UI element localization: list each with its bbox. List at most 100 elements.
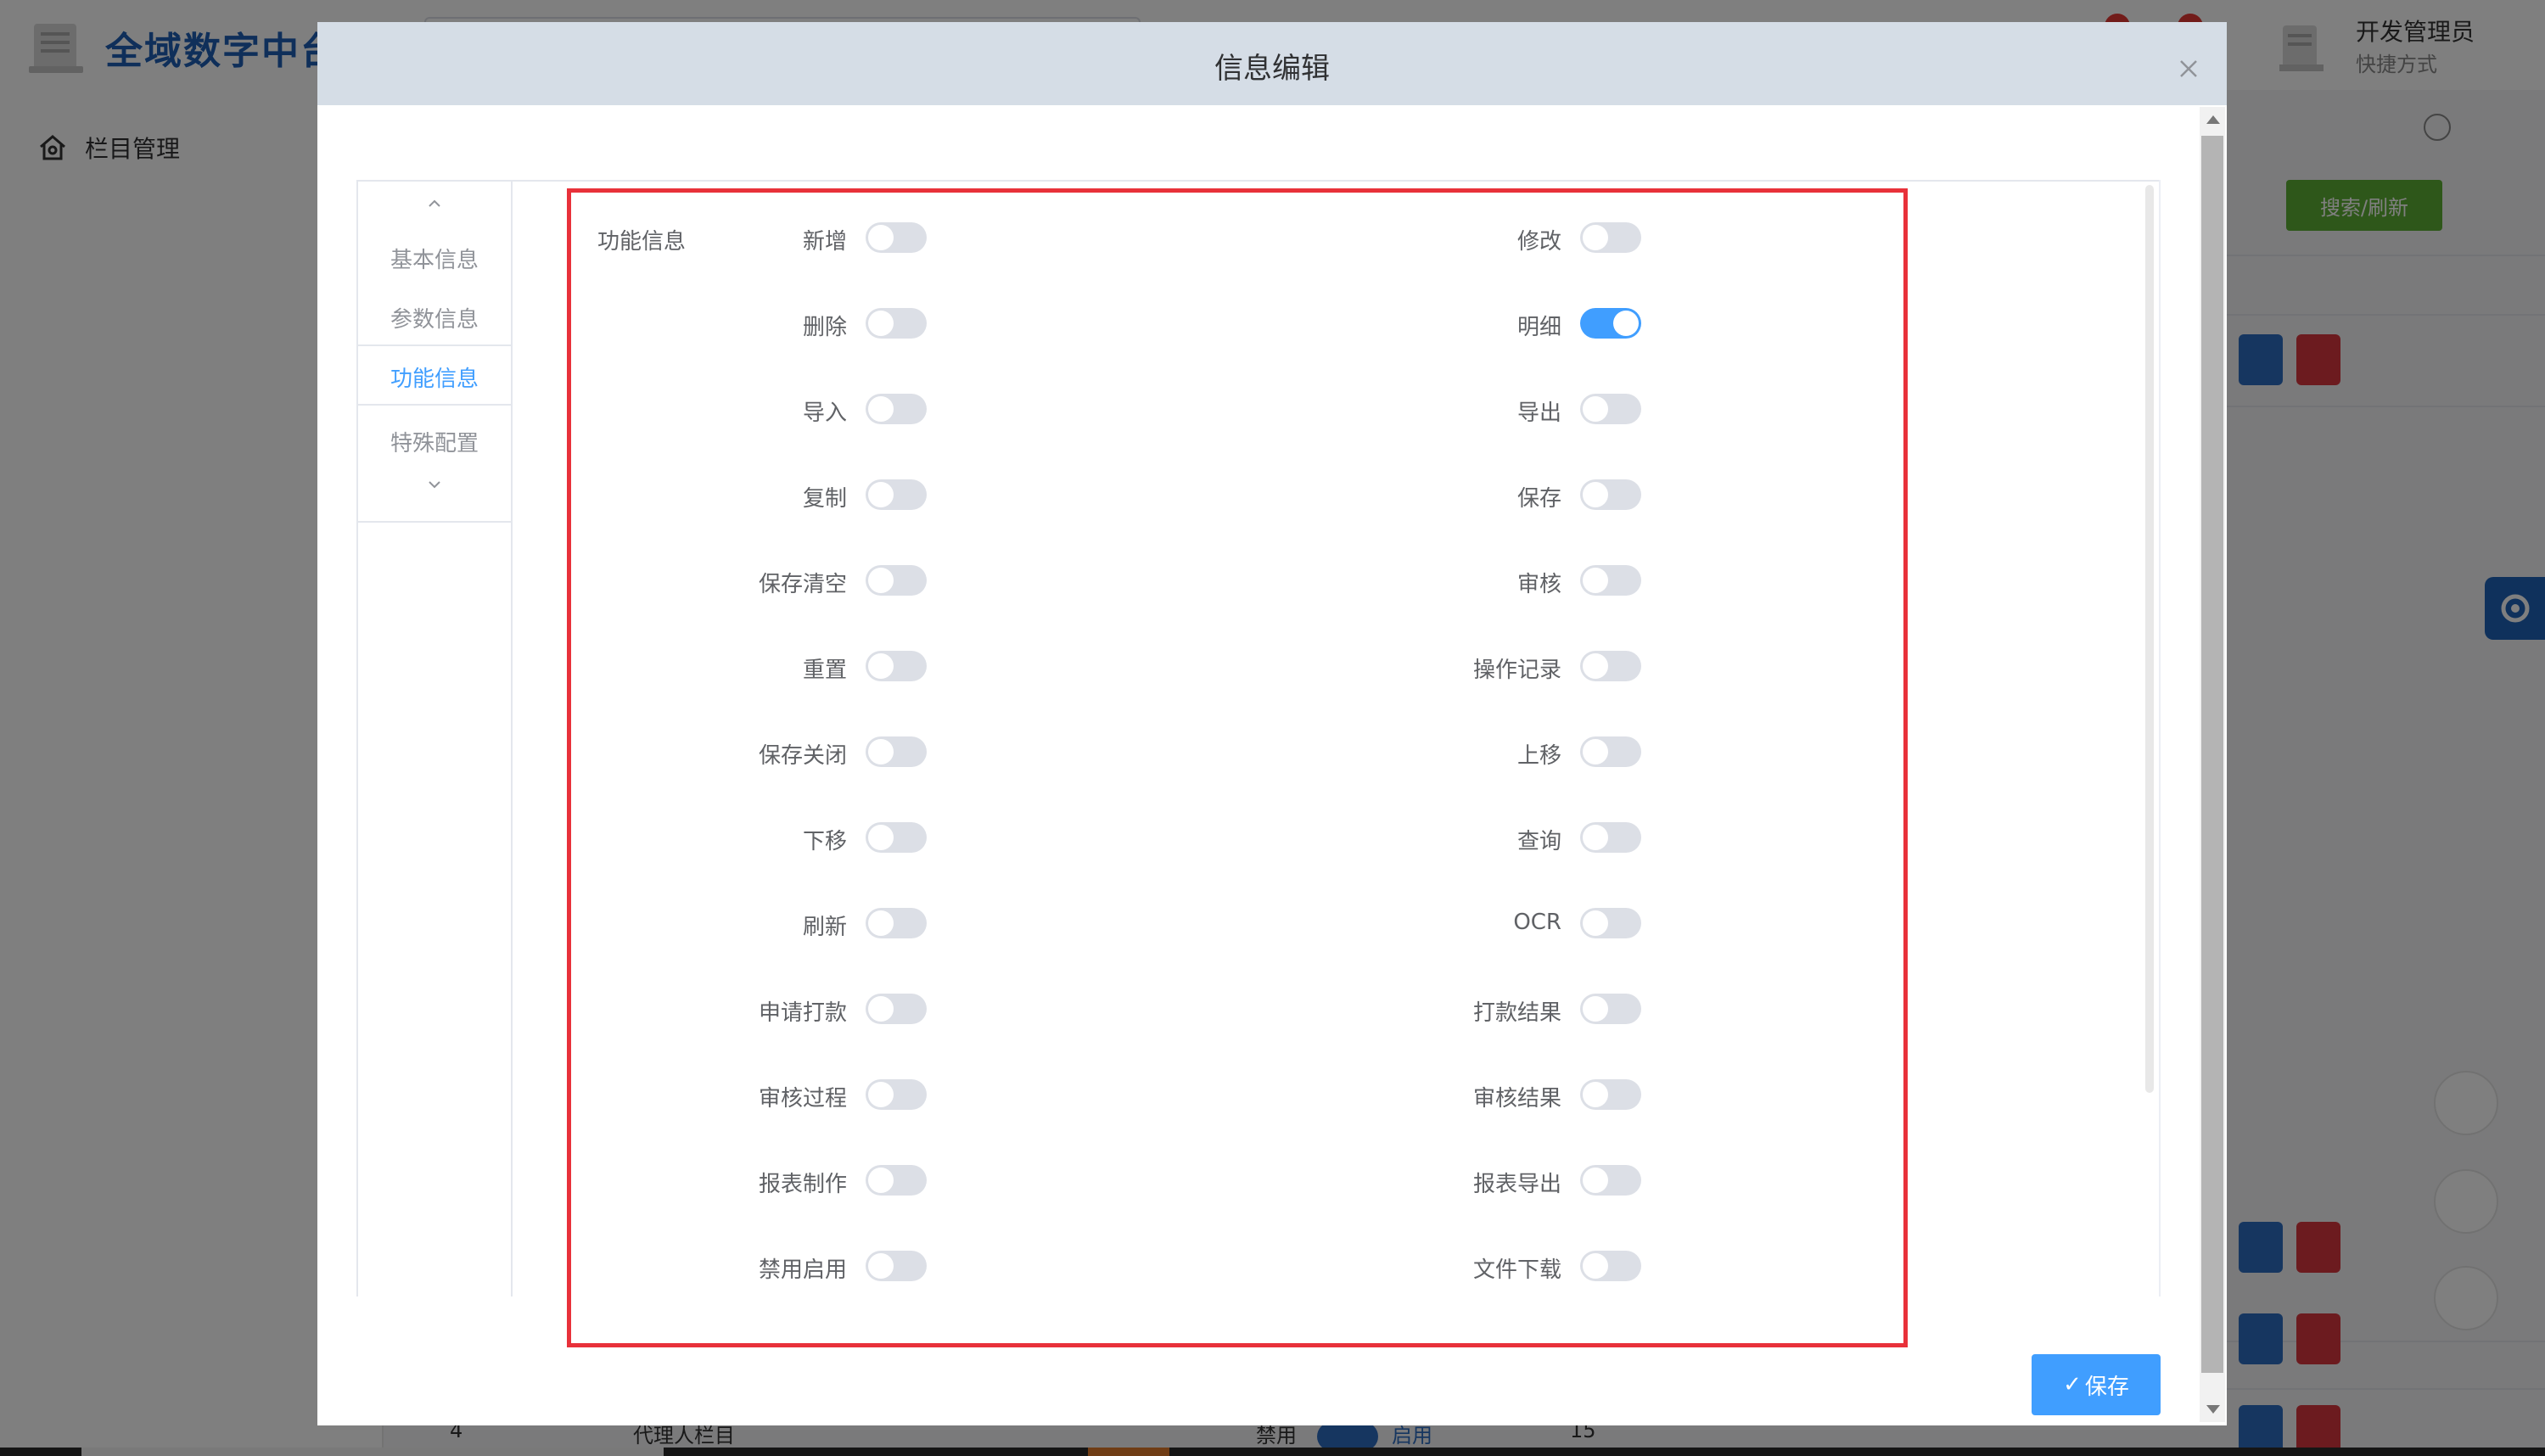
switch-knob (868, 311, 894, 336)
dialog-title: 信息编辑 (1214, 52, 1330, 86)
switch-knob (1583, 225, 1608, 250)
toggle-switch[interactable] (866, 394, 927, 424)
section-label: 功能信息 (597, 229, 687, 255)
toggle-switch[interactable] (866, 479, 927, 510)
toggle-switch[interactable] (866, 994, 927, 1024)
switch-label: 重置 (802, 658, 847, 683)
dialog-scrollbar[interactable] (2200, 107, 2225, 1422)
switch-knob (1583, 1253, 1608, 1279)
toggle-switch[interactable] (866, 1079, 927, 1110)
check-icon: ✓ (2063, 1372, 2082, 1397)
switch-label: 文件下载 (1472, 1257, 1561, 1283)
switch-knob (868, 1168, 894, 1193)
switch-knob (868, 825, 894, 850)
panel-scrollbar[interactable] (2145, 185, 2154, 1093)
tab-special-config[interactable]: 特殊配置 (358, 426, 511, 457)
switch-label: 查询 (1516, 829, 1561, 854)
switch-label: 保存 (1516, 486, 1561, 512)
switch-knob (1583, 1082, 1608, 1107)
switch-label: 复制 (802, 486, 847, 512)
toggle-switch[interactable] (1580, 651, 1641, 681)
toggle-switch[interactable] (866, 736, 927, 767)
toggle-switch[interactable] (866, 222, 927, 253)
switch-knob (868, 653, 894, 679)
switch-knob (868, 568, 894, 593)
edit-dialog: 信息编辑 基本信息 参数信息 功能信息 特殊配置 功能信息 新增 修改删除 明细导入… (317, 22, 2227, 1425)
switch-label: 上移 (1516, 743, 1561, 769)
switch-knob (1583, 825, 1608, 850)
switch-knob (1583, 739, 1608, 764)
switch-knob (1583, 1168, 1608, 1193)
switch-label: 操作记录 (1472, 658, 1561, 683)
toggle-switch[interactable] (866, 908, 927, 938)
switch-label: 申请打款 (758, 1000, 847, 1026)
toggle-switch[interactable] (1580, 908, 1641, 938)
toggle-switch[interactable] (866, 822, 927, 853)
save-button[interactable]: ✓ 保存 (2032, 1354, 2161, 1415)
toggle-switch[interactable] (1580, 822, 1641, 853)
toggle-switch[interactable] (1580, 222, 1641, 253)
switch-label: 删除 (802, 315, 847, 340)
side-tabs: 基本信息 参数信息 功能信息 特殊配置 (356, 180, 513, 1296)
chevron-up-icon[interactable] (424, 197, 445, 209)
toggle-switch[interactable] (1580, 1165, 1641, 1196)
toggle-switch[interactable] (1580, 479, 1641, 510)
tab-param-info[interactable]: 参数信息 (358, 302, 511, 333)
toggle-switch[interactable] (1580, 565, 1641, 596)
toggle-switch[interactable] (866, 651, 927, 681)
save-button-label: 保存 (2084, 1374, 2129, 1400)
switch-label: 审核过程 (758, 1086, 847, 1112)
switch-label: 报表制作 (758, 1172, 847, 1197)
toggle-switch[interactable] (1580, 1251, 1641, 1281)
switch-knob (868, 482, 894, 507)
scroll-down-icon[interactable] (2206, 1405, 2220, 1414)
toggle-switch[interactable] (1580, 394, 1641, 424)
switch-knob (868, 739, 894, 764)
switch-label: 审核 (1516, 572, 1561, 597)
toggle-switch[interactable] (1580, 736, 1641, 767)
switch-label: 审核结果 (1472, 1086, 1561, 1112)
switch-label: 禁用启用 (758, 1257, 847, 1283)
switch-label: OCR (1513, 910, 1561, 935)
switch-knob (868, 1082, 894, 1107)
switch-label: 修改 (1516, 229, 1561, 255)
chevron-down-icon[interactable] (424, 479, 445, 490)
tab-function-info[interactable]: 功能信息 (358, 361, 511, 393)
switch-knob (1583, 653, 1608, 679)
switch-label: 刷新 (802, 915, 847, 940)
switch-knob (868, 225, 894, 250)
switch-knob (1583, 568, 1608, 593)
switch-knob (868, 1253, 894, 1279)
close-icon[interactable] (2176, 56, 2201, 81)
switch-knob (1583, 910, 1608, 936)
tab-group-bottom: 特殊配置 (358, 404, 511, 523)
switch-label: 明细 (1516, 315, 1561, 340)
switch-knob (1583, 396, 1608, 422)
toggle-switch[interactable] (866, 308, 927, 339)
toggle-switch[interactable] (866, 1251, 927, 1281)
switch-label: 导入 (802, 400, 847, 426)
switch-label: 下移 (802, 829, 847, 854)
toggle-switch[interactable] (1580, 308, 1641, 339)
switch-knob (1583, 482, 1608, 507)
scroll-up-icon[interactable] (2206, 115, 2220, 124)
switch-label: 导出 (1516, 400, 1561, 426)
switch-knob (1583, 996, 1608, 1022)
toggle-switch[interactable] (866, 565, 927, 596)
switch-label: 新增 (802, 229, 847, 255)
tab-group-top: 基本信息 参数信息 (358, 180, 511, 346)
toggle-switch[interactable] (1580, 1079, 1641, 1110)
scroll-thumb[interactable] (2201, 136, 2223, 1373)
panel-border (2159, 180, 2161, 1296)
toggle-switch[interactable] (866, 1165, 927, 1196)
toggle-switch[interactable] (1580, 994, 1641, 1024)
switch-knob (868, 996, 894, 1022)
switch-label: 打款结果 (1472, 1000, 1561, 1026)
tab-basic-info[interactable]: 基本信息 (358, 243, 511, 274)
switch-label: 保存关闭 (758, 743, 847, 769)
switch-label: 报表导出 (1472, 1172, 1561, 1197)
switch-knob (1613, 311, 1639, 336)
switch-knob (868, 396, 894, 422)
switch-knob (868, 910, 894, 936)
switch-label: 保存清空 (758, 572, 847, 597)
